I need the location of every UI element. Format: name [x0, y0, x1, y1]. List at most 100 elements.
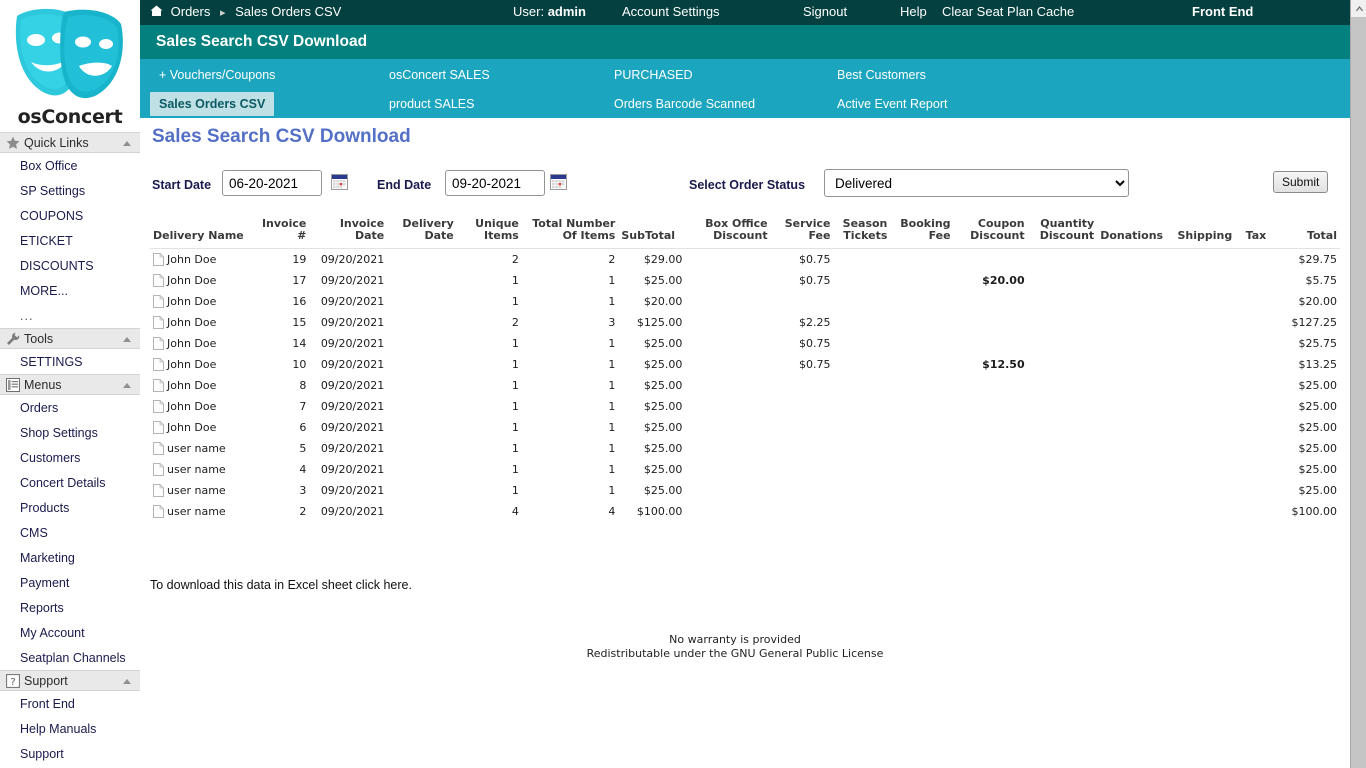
signout-link[interactable]: Signout	[803, 4, 847, 19]
end-date-calendar-icon[interactable]	[550, 174, 567, 190]
cell-coupon-discount	[954, 480, 1028, 501]
cell-unique-items: 2	[457, 312, 522, 333]
submit-button[interactable]: Submit	[1273, 171, 1328, 193]
sidebar-section-support[interactable]: ?Support	[0, 670, 140, 691]
chevron-up-icon[interactable]	[123, 337, 131, 342]
cell-delivery-name[interactable]: John Doe	[150, 270, 249, 291]
table-row[interactable]: John Doe1609/20/202111$20.00$20.00	[150, 291, 1340, 312]
tab-vouchers-coupons[interactable]: + Vouchers/Coupons	[150, 63, 284, 87]
tab-best-customers[interactable]: Best Customers	[828, 63, 935, 87]
sidebar-item-shop-settings[interactable]: Shop Settings	[0, 420, 140, 445]
table-row[interactable]: John Doe1009/20/202111$25.00$0.75$12.50$…	[150, 354, 1340, 375]
results-table-wrapper: Delivery Name Invoice # Invoice Date Del…	[150, 218, 1340, 522]
account-settings-link[interactable]: Account Settings	[622, 4, 720, 19]
sidebar-item-marketing[interactable]: Marketing	[0, 545, 140, 570]
excel-note-suffix: .	[409, 578, 412, 592]
scroll-up-arrow-icon[interactable]	[1351, 0, 1366, 17]
sidebar-item-products[interactable]: Products	[0, 495, 140, 520]
cell-coupon-discount	[954, 333, 1028, 354]
cell-delivery-name[interactable]: John Doe	[150, 375, 249, 396]
search-filter-form: Start Date End Date	[140, 168, 1350, 208]
tab-sales-orders-csv[interactable]: Sales Orders CSV	[150, 92, 274, 116]
sidebar-item-customers[interactable]: Customers	[0, 445, 140, 470]
cell-service-fee: $2.25	[771, 312, 834, 333]
breadcrumb-root[interactable]: Orders	[171, 4, 211, 19]
home-icon[interactable]	[150, 4, 167, 19]
cell-delivery-name[interactable]: John Doe	[150, 249, 249, 271]
sidebar-item-front-end[interactable]: Front End	[0, 691, 140, 716]
sidebar-item-box-office[interactable]: Box Office	[0, 153, 140, 178]
sidebar-item-my-account[interactable]: My Account	[0, 620, 140, 645]
tab-orders-barcode-scanned[interactable]: Orders Barcode Scanned	[605, 92, 764, 116]
table-row[interactable]: John Doe709/20/202111$25.00$25.00	[150, 396, 1340, 417]
tab-active-event-report[interactable]: Active Event Report	[828, 92, 956, 116]
cell-delivery-name[interactable]: John Doe	[150, 291, 249, 312]
table-row[interactable]: John Doe1909/20/202122$29.00$0.75$29.75	[150, 249, 1340, 271]
cell-delivery-name[interactable]: John Doe	[150, 417, 249, 438]
order-status-select[interactable]: Delivered	[824, 169, 1129, 197]
table-row[interactable]: user name409/20/202111$25.00$25.00	[150, 459, 1340, 480]
help-link[interactable]: Help	[900, 4, 927, 19]
page-scrollbar[interactable]	[1350, 0, 1366, 768]
sidebar-item-reports[interactable]: Reports	[0, 595, 140, 620]
table-row[interactable]: user name309/20/202111$25.00$25.00	[150, 480, 1340, 501]
sidebar-section-menus[interactable]: Menus	[0, 374, 140, 395]
cell-delivery-name[interactable]: user name	[150, 480, 249, 501]
delivery-name-text: John Doe	[167, 358, 216, 371]
table-row[interactable]: John Doe609/20/202111$25.00$25.00	[150, 417, 1340, 438]
sidebar-item-more[interactable]: MORE...	[0, 278, 140, 303]
cell-delivery-name[interactable]: John Doe	[150, 333, 249, 354]
table-row[interactable]: John Doe809/20/202111$25.00$25.00	[150, 375, 1340, 396]
clear-seat-plan-cache-link[interactable]: Clear Seat Plan Cache	[942, 4, 1074, 19]
sidebar-item-eticket[interactable]: ETICKET	[0, 228, 140, 253]
cell-box-office-discount	[685, 459, 770, 480]
table-row[interactable]: user name209/20/202144$100.00$100.00	[150, 501, 1340, 522]
cell-invoice-date: 09/20/2021	[309, 333, 387, 354]
sidebar-section-quick-links[interactable]: Quick Links	[0, 132, 140, 153]
tab-product-sales[interactable]: product SALES	[380, 92, 483, 116]
sidebar-item-sp-settings[interactable]: SP Settings	[0, 178, 140, 203]
cell-total: $5.75	[1273, 270, 1340, 291]
cell-service-fee	[771, 291, 834, 312]
breadcrumb-separator-icon: ▸	[220, 7, 226, 19]
tab-osconcert-sales[interactable]: osConcert SALES	[380, 63, 499, 87]
excel-download-link[interactable]: here	[383, 578, 408, 592]
start-date-calendar-icon[interactable]	[331, 174, 348, 190]
start-date-input[interactable]	[222, 170, 322, 196]
sidebar-section-tools[interactable]: Tools	[0, 328, 140, 349]
table-row[interactable]: user name509/20/202111$25.00$25.00	[150, 438, 1340, 459]
cell-quantity-discount	[1028, 333, 1098, 354]
cell-delivery-name[interactable]: user name	[150, 501, 249, 522]
sidebar-item-[interactable]: ...	[0, 303, 140, 328]
table-row[interactable]: John Doe1709/20/202111$25.00$0.75$20.00$…	[150, 270, 1340, 291]
cell-delivery-name[interactable]: user name	[150, 459, 249, 480]
sidebar-item-support[interactable]: Support	[0, 741, 140, 766]
col-invoice-number: Invoice #	[249, 218, 310, 249]
cell-season-tickets	[833, 501, 890, 522]
cell-delivery-name[interactable]: John Doe	[150, 354, 249, 375]
front-end-link[interactable]: Front End	[1192, 4, 1253, 19]
table-row[interactable]: John Doe1409/20/202111$25.00$0.75$25.75	[150, 333, 1340, 354]
cell-booking-fee	[890, 480, 953, 501]
sidebar-item-cms[interactable]: CMS	[0, 520, 140, 545]
sidebar-item-settings[interactable]: SETTINGS	[0, 349, 140, 374]
brand-logo[interactable]: osConcert	[0, 4, 140, 132]
cell-delivery-name[interactable]: John Doe	[150, 312, 249, 333]
cell-delivery-name[interactable]: user name	[150, 438, 249, 459]
chevron-up-icon[interactable]	[123, 141, 131, 146]
chevron-up-icon[interactable]	[123, 383, 131, 388]
tab-purchased[interactable]: PURCHASED	[605, 63, 702, 87]
sidebar-item-coupons[interactable]: COUPONS	[0, 203, 140, 228]
table-row[interactable]: John Doe1509/20/202123$125.00$2.25$127.2…	[150, 312, 1340, 333]
sidebar-item-orders[interactable]: Orders	[0, 395, 140, 420]
sidebar-item-payment[interactable]: Payment	[0, 570, 140, 595]
sidebar-item-discounts[interactable]: DISCOUNTS	[0, 253, 140, 278]
end-date-input[interactable]	[445, 170, 545, 196]
sidebar-item-concert-details[interactable]: Concert Details	[0, 470, 140, 495]
cell-service-fee: $0.75	[771, 249, 834, 271]
sidebar-item-seatplan-channels[interactable]: Seatplan Channels	[0, 645, 140, 670]
chevron-up-icon[interactable]	[123, 679, 131, 684]
sidebar-item-help-manuals[interactable]: Help Manuals	[0, 716, 140, 741]
cell-delivery-name[interactable]: John Doe	[150, 396, 249, 417]
cell-service-fee: $0.75	[771, 354, 834, 375]
